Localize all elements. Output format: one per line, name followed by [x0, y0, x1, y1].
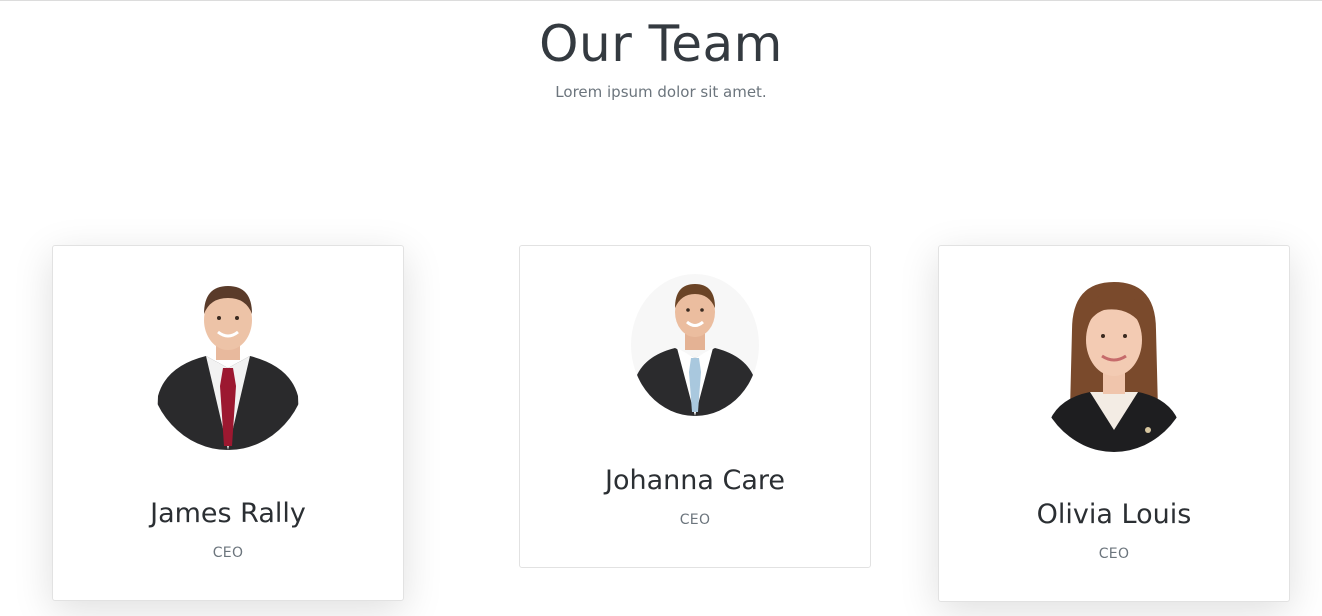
team-card: Olivia Louis CEO	[938, 245, 1290, 602]
page-subtitle: Lorem ipsum dolor sit amet.	[555, 83, 767, 101]
member-role: CEO	[212, 545, 244, 561]
section-header: Our Team Lorem ipsum dolor sit amet.	[0, 14, 1322, 102]
member-role: CEO	[679, 512, 711, 528]
top-divider	[0, 0, 1322, 1]
man-portrait-image	[148, 276, 308, 450]
member-name: Johanna Care	[604, 465, 785, 496]
team-card: James Rally CEO	[52, 245, 404, 601]
member-role: CEO	[1098, 546, 1130, 562]
man-portrait-image	[631, 274, 759, 416]
avatar	[148, 276, 308, 450]
team-card: Johanna Care CEO	[519, 245, 871, 568]
member-name: James Rally	[150, 498, 306, 529]
avatar	[1034, 270, 1194, 452]
woman-portrait-image	[1034, 270, 1194, 452]
avatar	[631, 274, 759, 416]
member-name: Olivia Louis	[1036, 499, 1192, 530]
page-title: Our Team	[539, 15, 783, 73]
